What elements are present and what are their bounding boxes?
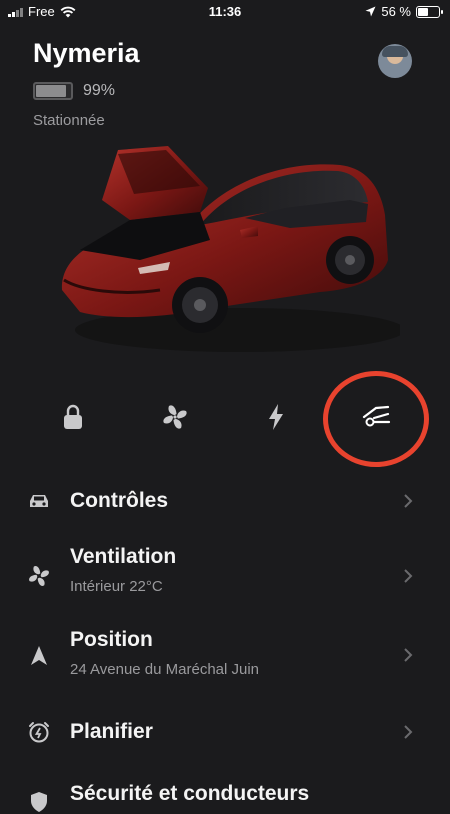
quick-action-climate[interactable] xyxy=(150,395,200,439)
chevron-right-icon xyxy=(404,648,413,662)
menu-item-title: Contrôles xyxy=(70,489,169,512)
alarm-clock-icon xyxy=(24,720,54,744)
menu-item-position[interactable]: Position 24 Avenue du Maréchal Juin xyxy=(0,624,450,694)
battery-icon xyxy=(416,5,443,18)
menu-item-subtitle: Intérieur 22°C xyxy=(70,578,163,595)
quick-action-lock[interactable] xyxy=(48,395,98,439)
vehicle-battery-fill xyxy=(36,85,66,97)
charge-level: 99% xyxy=(33,82,115,100)
menu-item-ventilation[interactable]: Ventilation Intérieur 22°C xyxy=(0,540,450,610)
menu-item-controls[interactable]: Contrôles xyxy=(0,476,450,526)
battery-fill xyxy=(418,7,429,16)
frunk-highlight-circle xyxy=(323,371,429,467)
quick-action-charging[interactable] xyxy=(251,395,301,439)
menu-item-subtitle: 24 Avenue du Maréchal Juin xyxy=(70,661,260,678)
fan-icon xyxy=(24,564,54,588)
bolt-icon xyxy=(269,404,283,430)
vehicle-image xyxy=(61,146,400,352)
location-arrow-icon xyxy=(365,6,376,17)
chevron-right-icon xyxy=(404,494,413,508)
chevron-right-icon xyxy=(404,725,413,739)
vehicle-status: Stationnée xyxy=(33,112,105,129)
menu-item-title: Sécurité et conducteurs xyxy=(70,782,310,805)
menu-item-security[interactable]: Sécurité et conducteurs xyxy=(0,780,450,812)
status-bar-right: 56 % xyxy=(365,4,443,19)
lock-icon xyxy=(64,404,82,429)
shield-icon xyxy=(24,790,54,814)
vehicle-battery-icon xyxy=(33,82,73,100)
chevron-right-icon xyxy=(404,569,413,583)
fan-icon xyxy=(163,405,187,429)
user-avatar[interactable] xyxy=(378,44,412,78)
status-bar: Free 11:36 56 % xyxy=(0,0,450,24)
menu-item-title: Ventilation xyxy=(70,545,177,568)
car-icon xyxy=(24,489,54,513)
menu-item-schedule[interactable]: Planifier xyxy=(0,710,450,760)
battery-percentage: 56 % xyxy=(381,4,411,19)
menu-item-title: Position xyxy=(70,628,153,651)
navigation-arrow-icon xyxy=(24,644,54,668)
vehicle-name[interactable]: Nymeria xyxy=(33,38,140,69)
vehicle-battery-text: 99% xyxy=(83,82,116,99)
menu-item-title: Planifier xyxy=(70,720,153,743)
